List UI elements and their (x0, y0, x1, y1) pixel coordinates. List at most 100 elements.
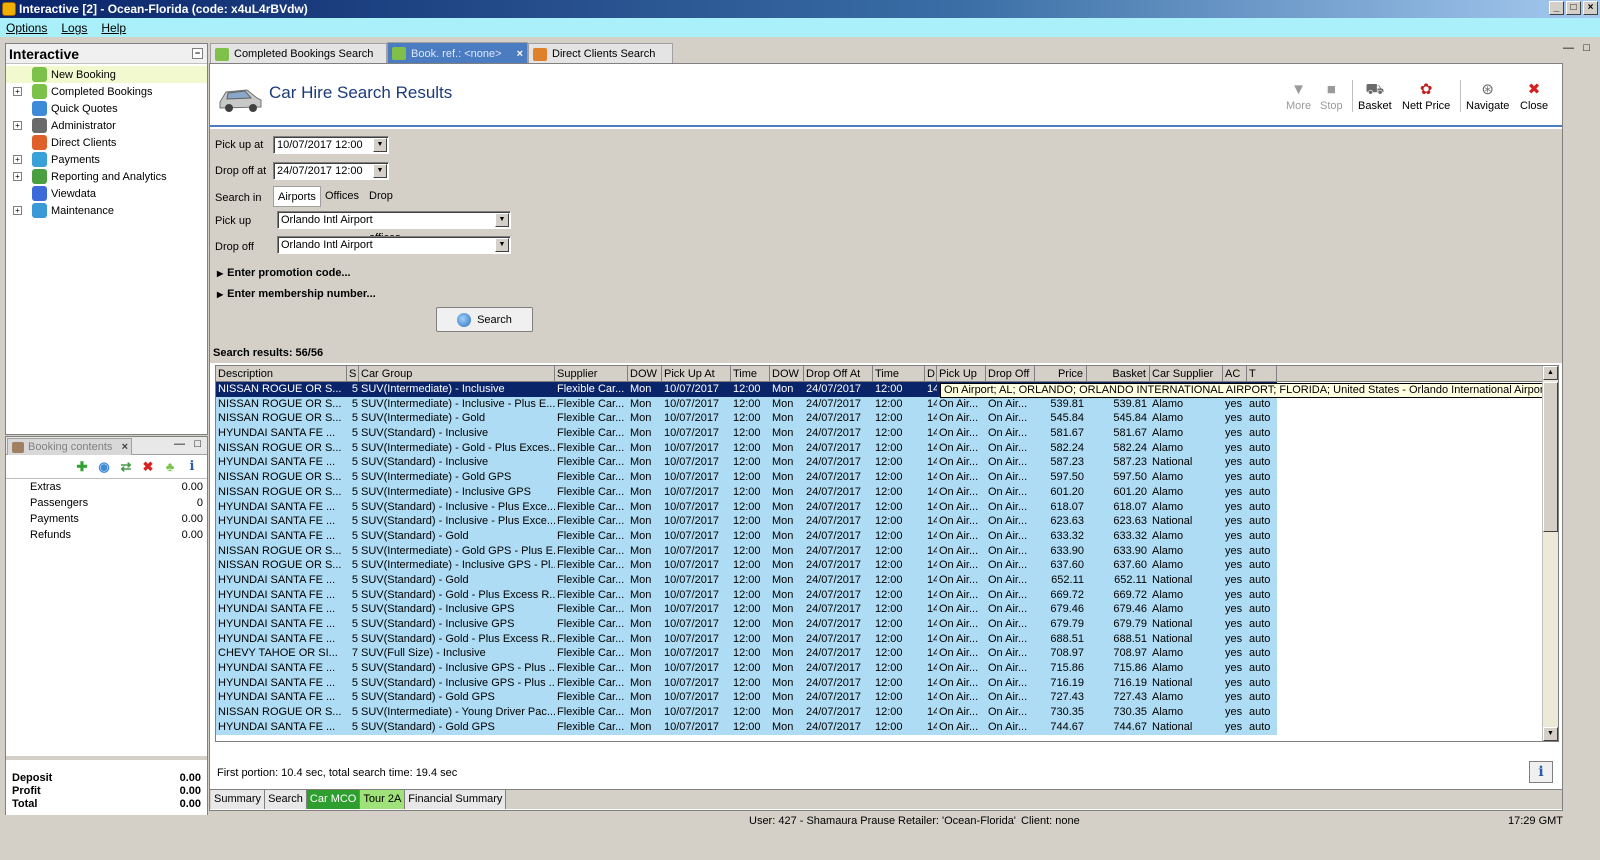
result-row[interactable]: HYUNDAI SANTA FE ... 5 SUV(Standard) - Gol… (216, 631, 1558, 647)
bottom-tab-financial-summary[interactable]: Financial Summary (405, 790, 507, 809)
pickup-location-dropdown-icon[interactable]: ▼ (495, 213, 509, 227)
search-in-offices[interactable]: Offices (321, 186, 363, 207)
dropoff-location-dropdown-icon[interactable]: ▼ (495, 238, 509, 252)
expand-icon[interactable]: + (13, 172, 22, 181)
result-row[interactable]: HYUNDAI SANTA FE ... 5 SUV(Standard) - Inc… (216, 675, 1558, 691)
column-header[interactable]: Drop Off At (804, 366, 873, 382)
nav-item-reporting-and-analytics[interactable]: + Reporting and Analytics (6, 168, 207, 185)
column-header[interactable]: T (1247, 366, 1277, 382)
maximize-document-icon[interactable]: □ (1583, 42, 1590, 54)
column-header[interactable]: DOW (770, 366, 804, 382)
result-row[interactable]: NISSAN ROGUE OR S... 5 SUV(Intermediate) -… (216, 484, 1558, 500)
result-row[interactable]: HYUNDAI SANTA FE ... 5 SUV(Standard) - Inc… (216, 661, 1558, 676)
nett-price-button[interactable]: ✿ Nett Price (1402, 80, 1450, 112)
search-in-dropoff-offices[interactable]: Drop off offices (365, 186, 405, 244)
transfer-icon[interactable]: ⇄ (119, 459, 133, 474)
result-row[interactable]: NISSAN ROGUE OR S... 5 SUV(Intermediate) -… (216, 558, 1558, 573)
dropoff-at-dropdown-icon[interactable]: ▼ (373, 164, 387, 178)
pickup-location-select[interactable]: Orlando Intl Airport ▼ (277, 211, 511, 229)
result-row[interactable]: NISSAN ROGUE OR S... 5 SUV(Intermediate) -… (216, 440, 1558, 456)
result-row[interactable]: NISSAN ROGUE OR S... 5 SUV(Intermediate) -… (216, 543, 1558, 559)
column-header[interactable]: Pick Up (937, 366, 986, 382)
bottom-tab-car-mco[interactable]: Car MCO (306, 790, 361, 809)
result-row[interactable]: HYUNDAI SANTA FE ... 5 SUV(Standard) - Gol… (216, 528, 1558, 544)
column-header[interactable]: Car Group (359, 366, 555, 382)
promotion-code-expander[interactable]: ▶ Enter promotion code... (217, 267, 351, 279)
nav-item-administrator[interactable]: + Administrator (6, 117, 207, 134)
close-tab-icon[interactable]: × (517, 48, 523, 60)
close-booking-tab-icon[interactable]: × (122, 441, 128, 453)
menu-help[interactable]: Help (101, 21, 126, 35)
result-row[interactable]: NISSAN ROGUE OR S... 5 SUV(Intermediate) -… (216, 396, 1558, 412)
column-header[interactable]: Car Supplier (1150, 366, 1223, 382)
result-row[interactable]: HYUNDAI SANTA FE ... 5 SUV(Standard) - Inc… (216, 617, 1558, 632)
result-row[interactable]: NISSAN ROGUE OR S... 5 SUV(Intermediate) -… (216, 705, 1558, 720)
stop-button[interactable]: ■ Stop (1320, 80, 1343, 112)
nav-item-completed-bookings[interactable]: + Completed Bookings (6, 83, 207, 100)
results-vertical-scrollbar[interactable]: ▲ ▼ (1542, 366, 1558, 741)
menu-logs[interactable]: Logs (61, 21, 87, 35)
minimize-panel-icon[interactable]: — (174, 438, 185, 450)
search-button[interactable]: Search (436, 307, 533, 332)
palm-icon[interactable]: ♣ (163, 459, 177, 474)
nav-item-direct-clients[interactable]: Direct Clients (6, 134, 207, 151)
dropoff-at-datetime[interactable]: 24/07/2017 12:00 ▼ (273, 162, 389, 180)
column-header[interactable]: D (925, 366, 937, 382)
search-in-airports[interactable]: Airports (273, 186, 321, 207)
column-header[interactable]: Basket (1087, 366, 1150, 382)
column-header[interactable]: Time (873, 366, 925, 382)
close-button[interactable]: ✖ Close (1520, 80, 1548, 112)
column-header[interactable]: Price (1035, 366, 1087, 382)
scroll-down-icon[interactable]: ▼ (1543, 727, 1558, 741)
maximize-button[interactable]: □ (1566, 1, 1581, 15)
tab-completed-bookings-search[interactable]: Completed Bookings Search (210, 43, 387, 64)
minimize-button[interactable]: _ (1549, 1, 1564, 15)
pickup-at-datetime[interactable]: 10/07/2017 12:00 ▼ (273, 136, 389, 154)
add-icon[interactable]: ✚ (75, 459, 89, 474)
more-button[interactable]: ▼ More (1286, 80, 1311, 112)
nav-item-new-booking[interactable]: New Booking (6, 66, 207, 83)
minimize-document-icon[interactable]: — (1563, 42, 1574, 54)
result-row[interactable]: HYUNDAI SANTA FE ... 5 SUV(Standard) - Inc… (216, 514, 1558, 529)
scroll-thumb[interactable] (1543, 382, 1558, 532)
column-header[interactable]: Pick Up At (662, 366, 731, 382)
column-header[interactable]: Supplier (555, 366, 628, 382)
column-header[interactable]: AC (1223, 366, 1247, 382)
result-row[interactable]: HYUNDAI SANTA FE ... 5 SUV(Standard) - Inc… (216, 455, 1558, 471)
tab-direct-clients-search[interactable]: Direct Clients Search (528, 43, 673, 64)
quote-icon[interactable]: ◉ (97, 459, 111, 474)
result-row[interactable]: NISSAN ROGUE OR S... 5 SUV(Intermediate) -… (216, 470, 1558, 485)
scroll-up-icon[interactable]: ▲ (1543, 366, 1558, 380)
navigate-button[interactable]: ⊛ Navigate (1466, 80, 1509, 112)
column-header[interactable]: DOW (628, 366, 662, 382)
booking-contents-tab[interactable]: Booking contents × (7, 438, 132, 455)
result-row[interactable]: HYUNDAI SANTA FE ... 5 SUV(Standard) - Inc… (216, 602, 1558, 617)
nav-item-quick-quotes[interactable]: Quick Quotes (6, 100, 207, 117)
column-header[interactable]: Description (216, 366, 347, 382)
membership-number-expander[interactable]: ▶ Enter membership number... (217, 288, 376, 300)
result-row[interactable]: HYUNDAI SANTA FE ... 5 SUV(Standard) - Inc… (216, 426, 1558, 441)
nav-collapse-button[interactable]: − (192, 48, 203, 59)
column-header[interactable]: Drop Off (986, 366, 1035, 382)
expand-icon[interactable]: + (13, 206, 22, 215)
result-row[interactable]: CHEVY TAHOE OR SI... 7 SUV(Full Size) - In… (216, 646, 1558, 662)
result-row[interactable]: HYUNDAI SANTA FE ... 5 SUV(Standard) - Gol… (216, 572, 1558, 588)
info-button[interactable]: i (1529, 761, 1553, 783)
nav-item-viewdata[interactable]: Viewdata (6, 185, 207, 202)
bottom-tab-tour-2a[interactable]: Tour 2A (360, 790, 406, 809)
result-row[interactable]: HYUNDAI SANTA FE ... 5 SUV(Standard) - Gol… (216, 690, 1558, 706)
nav-item-payments[interactable]: + Payments (6, 151, 207, 168)
result-row[interactable]: HYUNDAI SANTA FE ... 5 SUV(Standard) - Gol… (216, 719, 1558, 735)
pickup-at-dropdown-icon[interactable]: ▼ (373, 138, 387, 152)
expand-icon[interactable]: + (13, 87, 22, 96)
basket-button[interactable]: ⛟ Basket (1358, 80, 1392, 112)
nav-item-maintenance[interactable]: + Maintenance (6, 202, 207, 219)
column-header[interactable]: S (347, 366, 359, 382)
result-row[interactable]: HYUNDAI SANTA FE ... 5 SUV(Standard) - Gol… (216, 587, 1558, 603)
menu-options[interactable]: Options (6, 21, 47, 35)
result-row[interactable]: HYUNDAI SANTA FE ... 5 SUV(Standard) - Inc… (216, 499, 1558, 515)
result-row[interactable]: NISSAN ROGUE OR S... 5 SUV(Intermediate) -… (216, 411, 1558, 427)
maximize-panel-icon[interactable]: □ (194, 438, 201, 450)
bottom-tab-summary[interactable]: Summary (211, 790, 266, 809)
column-header[interactable]: Time (731, 366, 770, 382)
